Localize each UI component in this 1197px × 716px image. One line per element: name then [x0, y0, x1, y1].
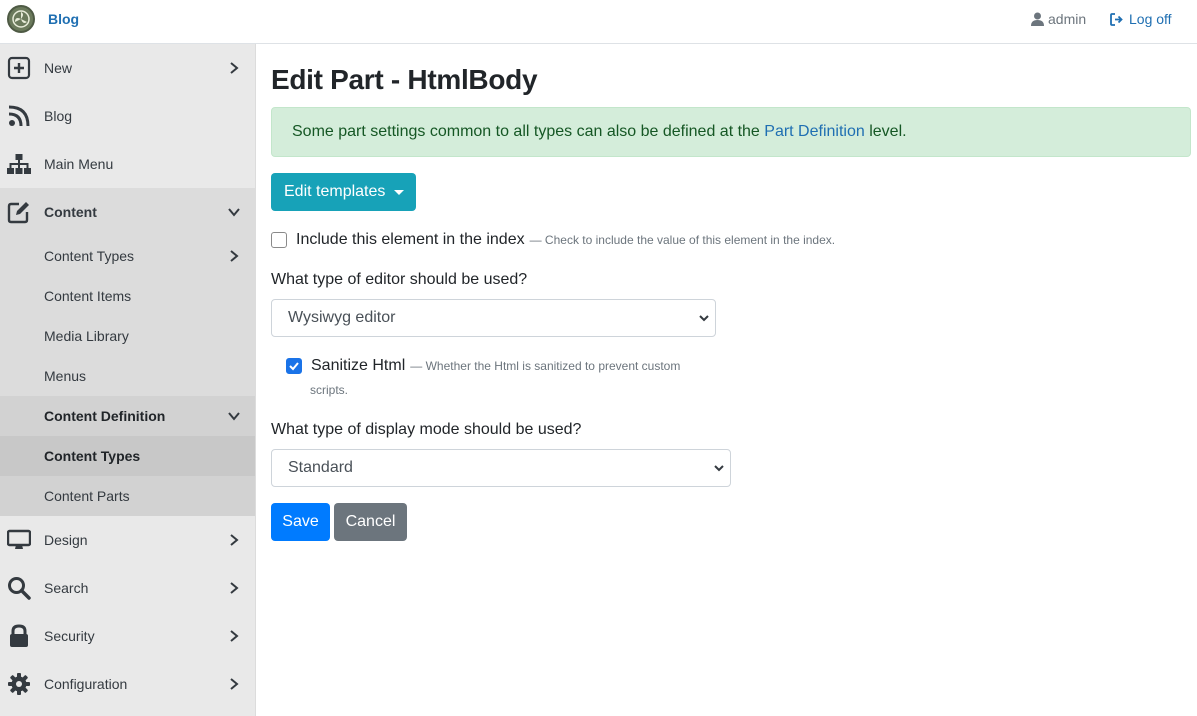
- index-option-row: Include this element in the index — Chec…: [271, 231, 835, 249]
- check-icon: [289, 362, 299, 371]
- sidebar-item-label: Content Items: [44, 288, 132, 304]
- sidebar-item-security[interactable]: Security: [0, 612, 255, 660]
- sidebar-subitem-media-library[interactable]: Media Library: [0, 316, 255, 356]
- chevron-right-icon: [230, 582, 239, 594]
- sitemap-icon: [7, 154, 31, 174]
- plus-square-icon: [7, 56, 31, 80]
- sidebar-item-label: Design: [44, 532, 88, 548]
- rss-icon: [8, 105, 30, 127]
- alert-text-after: level.: [864, 123, 907, 140]
- sidebar-item-blog[interactable]: Blog: [0, 92, 255, 140]
- sidebar-subitem-content-definition[interactable]: Content Definition: [0, 396, 255, 436]
- display-mode-value: Standard: [288, 459, 353, 476]
- admin-sidebar: New Blog Main Menu Content Content Types: [0, 44, 256, 716]
- sidebar-subitem-def-content-types[interactable]: Content Types: [0, 436, 255, 476]
- sidebar-subitem-menus[interactable]: Menus: [0, 356, 255, 396]
- orchard-logo-icon[interactable]: [7, 5, 35, 33]
- chevron-down-icon: [228, 208, 240, 217]
- chevron-down-icon: [228, 412, 240, 421]
- desktop-icon: [7, 529, 31, 549]
- sidebar-item-main-menu[interactable]: Main Menu: [0, 140, 255, 188]
- logoff-label: Log off: [1129, 11, 1172, 27]
- chevron-right-icon: [230, 250, 239, 262]
- editor-type-label: What type of editor should be used?: [271, 271, 528, 288]
- sidebar-item-design[interactable]: Design: [0, 516, 255, 564]
- sidebar-item-label: Media Library: [44, 328, 129, 344]
- sanitize-option-row: Sanitize Html — Whether the Html is sani…: [286, 357, 680, 375]
- sidebar-item-configuration[interactable]: Configuration: [0, 660, 255, 708]
- sidebar-item-label: Content Parts: [44, 488, 130, 504]
- sanitize-html-hint: — Whether the Html is sanitized to preve…: [410, 359, 681, 373]
- edit-templates-label: Edit templates: [284, 183, 386, 200]
- sidebar-subitem-def-content-parts[interactable]: Content Parts: [0, 476, 255, 516]
- page-title: Edit Part - HtmlBody: [271, 64, 538, 95]
- sidebar-item-label: Content Definition: [44, 408, 166, 424]
- cancel-button[interactable]: Cancel: [334, 503, 407, 541]
- chevron-right-icon: [230, 630, 239, 642]
- user-name: admin: [1048, 11, 1087, 27]
- sidebar-item-label: Menus: [44, 368, 87, 384]
- sidebar-item-label: Main Menu: [44, 156, 114, 172]
- part-definition-link[interactable]: Part Definition: [764, 123, 865, 140]
- editor-type-select[interactable]: Wysiwyg editor: [271, 299, 716, 337]
- sign-out-icon: [1110, 12, 1123, 26]
- include-in-index-checkbox[interactable]: [271, 232, 287, 248]
- chevron-right-icon: [230, 62, 239, 74]
- sidebar-item-label: Blog: [44, 108, 73, 124]
- sidebar-item-new[interactable]: New: [0, 44, 255, 92]
- sidebar-item-label: Content: [44, 204, 97, 220]
- search-icon: [8, 577, 31, 600]
- sanitize-html-hint-continued: scripts.: [310, 383, 349, 397]
- sidebar-item-label: Configuration: [44, 676, 128, 692]
- chevron-right-icon: [230, 534, 239, 546]
- info-alert: Some part settings common to all types c…: [271, 107, 1191, 157]
- chevron-down-icon: [714, 465, 724, 472]
- include-in-index-label: Include this element in the index: [296, 231, 525, 248]
- logoff-link[interactable]: Log off: [1110, 11, 1172, 27]
- include-in-index-hint: — Check to include the value of this ele…: [529, 233, 836, 247]
- user-menu[interactable]: admin: [1031, 11, 1086, 27]
- sidebar-item-label: Search: [44, 580, 89, 596]
- sidebar-subitem-content-items[interactable]: Content Items: [0, 276, 255, 316]
- sanitize-html-label: Sanitize Html: [311, 357, 406, 374]
- sanitize-html-checkbox[interactable]: [286, 358, 302, 374]
- display-mode-select[interactable]: Standard: [271, 449, 731, 487]
- sidebar-item-search[interactable]: Search: [0, 564, 255, 612]
- sidebar-item-label: Content Types: [44, 448, 141, 464]
- chevron-right-icon: [230, 678, 239, 690]
- user-icon: [1031, 12, 1044, 26]
- alert-text-before: Some part settings common to all types c…: [292, 123, 765, 140]
- sidebar-item-content[interactable]: Content: [0, 188, 255, 236]
- sidebar-item-label: Content Types: [44, 248, 135, 264]
- gear-icon: [8, 673, 30, 695]
- editor-type-value: Wysiwyg editor: [288, 309, 396, 326]
- display-mode-label: What type of display mode should be used…: [271, 421, 582, 438]
- sidebar-item-label: Security: [44, 628, 95, 644]
- caret-down-icon: [394, 189, 405, 195]
- lock-icon: [10, 624, 28, 647]
- save-button[interactable]: Save: [271, 503, 330, 541]
- edit-templates-dropdown-button[interactable]: Edit templates: [271, 173, 416, 211]
- sidebar-item-label: New: [44, 60, 73, 76]
- edit-icon: [7, 202, 29, 224]
- brand-link[interactable]: Blog: [48, 11, 79, 27]
- sidebar-subitem-content-types[interactable]: Content Types: [0, 236, 255, 276]
- chevron-down-icon: [699, 315, 709, 322]
- top-navbar: Blog admin Log off: [0, 0, 1197, 44]
